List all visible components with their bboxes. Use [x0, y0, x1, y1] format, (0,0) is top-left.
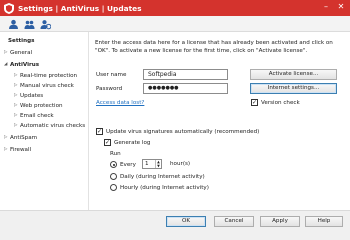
ok-button[interactable]: OK — [166, 216, 206, 227]
every-radio[interactable]: Every — [110, 161, 136, 168]
toolbar — [0, 16, 350, 32]
run-heading: Run — [110, 151, 121, 157]
gdata-shield-logo — [4, 2, 14, 14]
nav-item-antivirus[interactable]: ◢ AntiVirus — [4, 61, 39, 69]
cancel-button[interactable]: Cancel — [214, 216, 254, 227]
user-settings-icon[interactable] — [8, 19, 19, 30]
nav-item-general[interactable]: ▷ General — [4, 49, 32, 57]
checkbox-checked-icon: ✓ — [96, 128, 103, 135]
hours-value: 1 — [145, 161, 149, 167]
radio-selected-icon — [110, 161, 117, 168]
window-title: Settings | AntiVirus | Updates — [18, 3, 142, 13]
minimize-button[interactable]: – — [322, 3, 330, 11]
user-refresh-icon[interactable] — [40, 19, 51, 30]
close-button[interactable]: ✕ — [337, 3, 345, 11]
hourly-label: Hourly (during Internet activity) — [120, 184, 209, 191]
settings-nav: Settings ▷ General ◢ AntiVirus ▷ Real-ti… — [0, 32, 88, 210]
nav-item-updates[interactable]: ▷ Updates — [14, 92, 43, 100]
help-button[interactable]: Help — [305, 216, 343, 227]
nav-item-antispam[interactable]: ▷ AntiSpam — [4, 134, 37, 142]
nav-item-automatic-virus-checks[interactable]: ▷ Automatic virus checks — [14, 122, 85, 130]
password-input[interactable]: ●●●●●●● — [143, 83, 228, 94]
title-bar: Settings | AntiVirus | Updates – ✕ — [0, 0, 350, 16]
nav-item-label: AntiVirus — [10, 62, 40, 68]
updates-panel: Enter the access data here for a license… — [90, 32, 350, 210]
dialog-footer: OK Cancel Apply Help — [0, 210, 350, 240]
nav-item-label: Automatic virus checks — [20, 123, 86, 129]
nav-heading: Settings — [8, 38, 35, 44]
apply-button[interactable]: Apply — [260, 216, 300, 227]
nav-item-label: Email check — [20, 113, 54, 119]
hourly-radio[interactable]: Hourly (during Internet activity) — [110, 184, 209, 191]
password-label: Password — [96, 86, 123, 92]
nav-item-label: General — [10, 50, 33, 56]
every-label: Every — [120, 161, 136, 168]
nav-item-label: Real-time protection — [20, 73, 78, 79]
nav-item-email-check[interactable]: ▷ Email check — [14, 112, 54, 120]
daily-radio[interactable]: Daily (during Internet activity) — [110, 173, 205, 180]
generate-log-checkbox[interactable]: ✓ Generate log — [104, 139, 150, 146]
username-label: User name — [96, 72, 127, 78]
checkbox-checked-icon: ✓ — [104, 139, 111, 146]
version-check-label: Version check — [261, 99, 300, 106]
nav-item-label: Firewall — [10, 147, 32, 153]
nav-item-web-protection[interactable]: ▷ Web protection — [14, 102, 63, 110]
username-input[interactable]: Softpedia — [143, 69, 228, 80]
spin-arrows-icon[interactable]: ▲ ▼ — [155, 160, 161, 168]
generate-log-label: Generate log — [114, 139, 151, 146]
internet-settings-button[interactable]: Internet settings... — [250, 83, 337, 94]
version-check-checkbox[interactable]: ✓ Version check — [251, 99, 300, 106]
nav-item-realtime-protection[interactable]: ▷ Real-time protection — [14, 72, 77, 80]
nav-item-label: Updates — [20, 93, 44, 99]
nav-item-label: AntiSpam — [10, 135, 38, 141]
auto-update-label: Update virus signatures automatically (r… — [106, 128, 260, 135]
checkbox-checked-icon: ✓ — [251, 99, 258, 106]
nav-divider — [88, 32, 89, 210]
license-description: Enter the access data here for a license… — [95, 40, 333, 54]
nav-item-label: Web protection — [20, 103, 63, 109]
hours-stepper[interactable]: 1 ▲ ▼ — [142, 159, 162, 169]
auto-update-checkbox[interactable]: ✓ Update virus signatures automatically … — [96, 128, 259, 135]
hours-label: hour(s) — [170, 161, 191, 167]
nav-item-firewall[interactable]: ▷ Firewall — [4, 146, 31, 154]
nav-item-label: Manual virus check — [20, 83, 74, 89]
access-data-lost-link[interactable]: Access data lost? — [96, 100, 144, 106]
user-group-icon[interactable] — [24, 19, 35, 30]
radio-unselected-icon — [110, 173, 117, 180]
nav-item-manual-virus-check[interactable]: ▷ Manual virus check — [14, 82, 74, 90]
activate-license-button[interactable]: Activate license... — [250, 69, 337, 80]
daily-label: Daily (during Internet activity) — [120, 173, 205, 180]
radio-unselected-icon — [110, 184, 117, 191]
